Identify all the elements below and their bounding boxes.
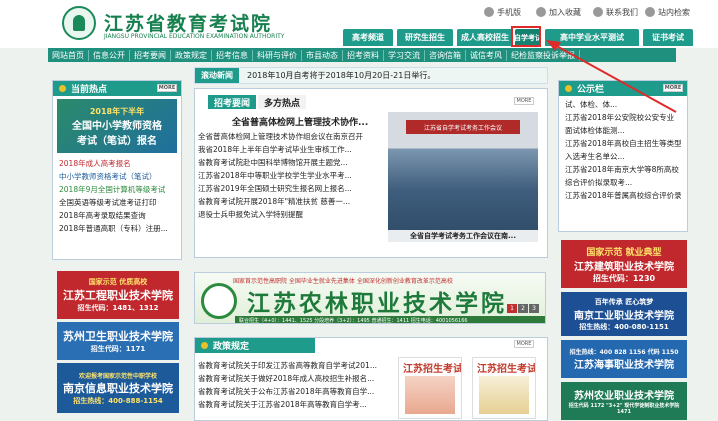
notice-list: 试、体检、体... 江苏省2018年公安院校公安专业 面试体检体能测... 江苏… — [559, 96, 687, 204]
nav-item[interactable]: 科研与评价 — [253, 49, 302, 61]
list-item[interactable]: 2018年9月全国计算机等级考试 — [59, 183, 168, 196]
list-item[interactable]: 江苏省2018年南京大学等8所高校 — [565, 163, 681, 176]
list-item[interactable]: 省教育考试院关于江苏省2018年高等教育自学考... — [198, 398, 380, 411]
nav-item[interactable]: 诚信考风 — [466, 49, 507, 61]
favorite-link[interactable]: 加入收藏 — [536, 6, 581, 18]
nav-item[interactable]: 招考要闻 — [130, 49, 171, 61]
list-item[interactable]: 2018年成人高考报名 — [59, 157, 168, 170]
contact-icon — [593, 7, 603, 17]
nav-item[interactable]: 招考资料 — [343, 49, 384, 61]
nav-item[interactable]: 学习交流 — [384, 49, 425, 61]
ticker-label: 滚动新闻 — [195, 68, 239, 83]
list-item[interactable]: 江苏省2018年高校自主招生等类型 — [565, 137, 681, 150]
magazine-thumb[interactable]: 江苏招生考试 — [398, 357, 462, 419]
tab-adult[interactable]: 成人高校招生 — [457, 29, 513, 46]
nav-item[interactable]: 政策规定 — [171, 49, 212, 61]
pager-button[interactable]: 2 — [518, 304, 528, 313]
search-icon — [645, 7, 655, 17]
ticker-text[interactable]: 2018年10月自考将于2018年10月20日-21日举行。 — [239, 70, 435, 81]
list-item[interactable]: 省教育考试院开展2018年"精准扶贫 慈善一... — [198, 195, 380, 208]
list-item[interactable]: 面试体检体能测... — [565, 124, 681, 137]
pager-button[interactable]: 3 — [529, 304, 539, 313]
list-item[interactable]: 全国英语等级考试准考证打印 — [59, 196, 168, 209]
hot-topics-title: 当前热点 MORE — [53, 81, 181, 96]
tab-gaokao[interactable]: 高考频道 — [343, 29, 393, 46]
list-item[interactable]: 2018年普通高职（专科）注册... — [59, 222, 168, 235]
tab-certificate[interactable]: 证书考试 — [643, 29, 693, 46]
policy-more-button[interactable]: MORE — [514, 340, 534, 348]
nav-item[interactable]: 咨询信箱 — [425, 49, 466, 61]
more-button[interactable]: MORE — [663, 84, 683, 92]
list-item[interactable]: 江苏省2018年普属高校综合评价录 — [565, 189, 681, 202]
list-item[interactable]: 江苏省2018年中等职业学校学生学业水平考... — [198, 169, 380, 182]
tab-academic-test[interactable]: 高中学业水平测试 — [545, 29, 639, 46]
teacher-exam-banner[interactable]: 2018年下半年 全国中小学教师资格 考试（笔试）报名 — [57, 99, 177, 153]
nav-item[interactable]: 网站首页 — [48, 49, 89, 61]
tab-exam-news[interactable]: 招考要闻 — [208, 95, 257, 109]
list-item[interactable]: 2018年高考录取结果查询 — [59, 209, 168, 222]
contact-link[interactable]: 联系我们 — [593, 6, 638, 18]
ad-suzhou-health[interactable]: 苏州卫生职业技术学院 招生代码：1171 — [57, 322, 179, 360]
policy-title: 政策规定 — [195, 338, 315, 353]
nav-item[interactable]: 市县动态 — [302, 49, 343, 61]
ad-jiangsu-engineering[interactable]: 国家示范 优质高校 江苏工程职业技术学院 招生代码：1481、1312 — [57, 271, 179, 319]
ad-jiangsu-agri-forestry[interactable]: 国家首示范性高职院 全国毕业生就业先进集体 全国深化创新创业教育改革示范高校 江… — [194, 272, 546, 324]
hot-topics-panel: 当前热点 MORE 2018年下半年 全国中小学教师资格 考试（笔试）报名 201… — [52, 80, 182, 260]
photo-stage-banner: 江苏省自学考试考务工作会议 — [406, 120, 520, 134]
more-button[interactable]: MORE — [157, 84, 177, 92]
news-more-button[interactable]: MORE — [514, 97, 534, 105]
nav-item[interactable]: 纪检监察投诉举报 — [507, 49, 580, 61]
highlight-box — [511, 26, 541, 47]
site-title[interactable]: 江苏省教育考试院 — [104, 9, 272, 36]
tab-hot-spots[interactable]: 多方热点 — [258, 95, 307, 109]
site-logo-icon[interactable] — [62, 6, 96, 40]
mobile-icon — [484, 7, 494, 17]
list-item[interactable]: 省教育考试院赴中国科举博物馆开展主题党... — [198, 156, 380, 169]
mobile-link[interactable]: 手机版 — [484, 6, 521, 18]
news-headline[interactable]: 全省普高体检网上管理技术协作... — [232, 115, 368, 128]
ad-jiangsu-maritime[interactable]: 招生热线：400 828 1156 代码 1150 江苏海事职业技术学院 — [561, 340, 687, 378]
banner-pager: 1 2 3 — [507, 304, 539, 313]
news-tabs: 招考要闻 多方热点 — [208, 95, 307, 109]
list-item[interactable]: 综合评价拟录取考... — [565, 176, 681, 189]
news-photo[interactable]: 江苏省自学考试考务工作会议 全省自学考试考务工作会议在南... — [388, 112, 538, 242]
notice-title: 公示栏 MORE — [559, 81, 687, 96]
list-item[interactable]: 入选考生名单公... — [565, 150, 681, 163]
hot-topics-list: 2018年成人高考报名 中小学教师资格考试（笔试） 2018年9月全国计算机等级… — [53, 155, 174, 237]
tab-graduate[interactable]: 研究生招生 — [397, 29, 453, 46]
star-icon — [536, 7, 546, 17]
ad-suzhou-agriculture[interactable]: 苏州农业职业技术学院 招生代码 1172 "3+2" 现代学徒制职业技术学院 1… — [561, 382, 687, 420]
nav-item[interactable]: 信息公开 — [89, 49, 130, 61]
news-ticker: 滚动新闻 2018年10月自考将于2018年10月20日-21日举行。 — [194, 67, 548, 84]
site-search-link[interactable]: 站内检索 — [645, 6, 690, 18]
list-item[interactable]: 试、体检、体... — [565, 98, 681, 111]
news-list: 全省普高体检网上管理技术协作组会议在南京召开 我省2018年上半年自学考试毕业生… — [192, 128, 386, 223]
list-item[interactable]: 中小学教师资格考试（笔试） — [59, 170, 168, 183]
site-title-en: JIANGSU PROVINCIAL EDUCATION EXAMINATION… — [104, 33, 285, 40]
site-header: 江苏省教育考试院 JIANGSU PROVINCIAL EDUCATION EX… — [0, 0, 718, 48]
main-nav: 网站首页 信息公开 招考要闻 政策规定 招考信息 科研与评价 市县动态 招考资料… — [48, 48, 676, 62]
ad-nanjing-information[interactable]: 欢迎报考国家示范性中职学校 南京信息职业技术学院 招生热线：400-888-11… — [57, 363, 179, 413]
list-item[interactable]: 江苏省2019年全国硕士研究生报名网上报名... — [198, 182, 380, 195]
list-item[interactable]: 省教育考试院关于公布江苏省2018年高等教育自学... — [198, 385, 380, 398]
ad-nanjing-industrial[interactable]: 百年传承 匠心筑梦 南京工业职业技术学院 招生热线：400-080-1151 — [561, 292, 687, 336]
photo-caption[interactable]: 全省自学考试考务工作会议在南... — [388, 230, 538, 242]
pager-button[interactable]: 1 — [507, 304, 517, 313]
list-item[interactable]: 我省2018年上半年自学考试毕业生审核工作... — [198, 143, 380, 156]
list-item[interactable]: 江苏省2018年公安院校公安专业 — [565, 111, 681, 124]
notice-panel: 公示栏 MORE 试、体检、体... 江苏省2018年公安院校公安专业 面试体检体… — [558, 80, 688, 232]
magazine-thumb[interactable]: 江苏招生考试 — [472, 357, 536, 419]
ad-jiangsu-architecture[interactable]: 国家示范 就业典型 江苏建筑职业技术学院 招生代码：1230 — [561, 240, 687, 288]
list-item[interactable]: 省教育考试院关于做好2018年成人高校招生补报名... — [198, 372, 380, 385]
list-item[interactable]: 省教育考试院关于印发江苏省高等教育自学考试201... — [198, 359, 380, 372]
policy-list: 省教育考试院关于印发江苏省高等教育自学考试201... 省教育考试院关于做好20… — [192, 357, 386, 413]
list-item[interactable]: 全省普高体检网上管理技术协作组会议在南京召开 — [198, 130, 380, 143]
college-emblem-icon — [201, 283, 237, 319]
nav-item[interactable]: 招考信息 — [212, 49, 253, 61]
list-item[interactable]: 退役士兵申报免试入学特别提醒 — [198, 208, 380, 221]
